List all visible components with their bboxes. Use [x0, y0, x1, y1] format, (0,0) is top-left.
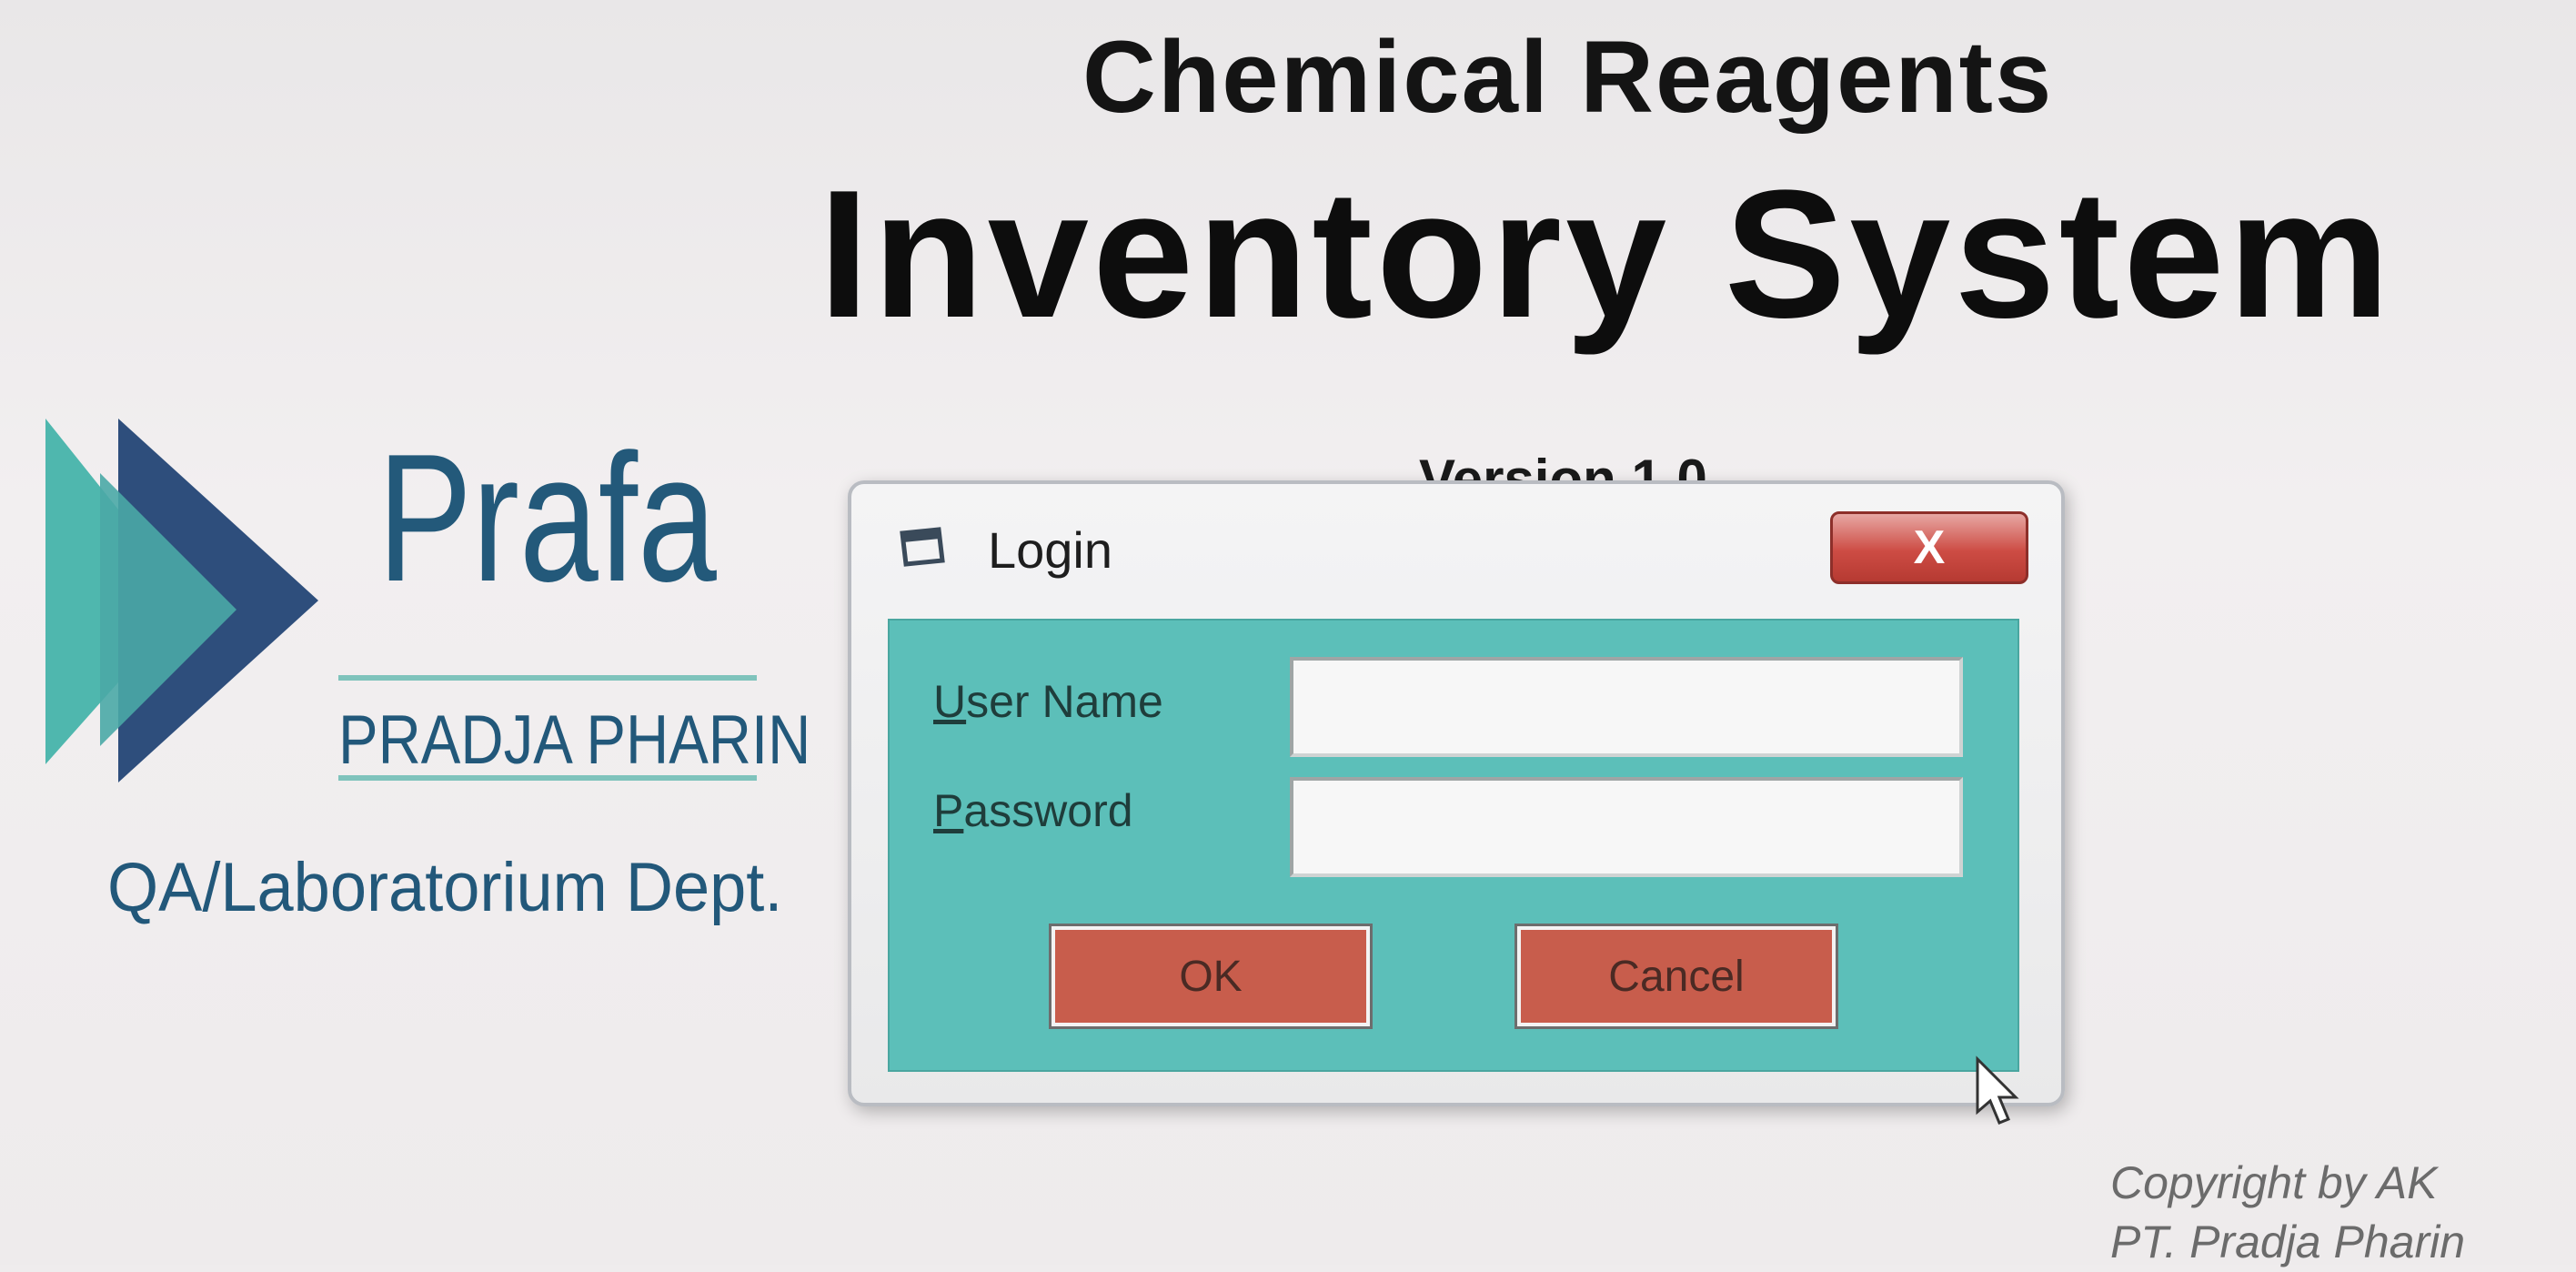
department-label: QA/Laboratorium Dept. — [107, 849, 783, 926]
password-input[interactable] — [1290, 777, 1963, 877]
splash-screen: Chemical Reagents Inventory System Versi… — [0, 0, 2576, 1267]
app-title-line1: Chemical Reagents — [1082, 20, 2054, 134]
copyright-text: Copyright by AK PT. Pradja Pharin — [2110, 1154, 2465, 1272]
copyright-line2: PT. Pradja Pharin — [2110, 1216, 2466, 1267]
ok-button[interactable]: OK — [1049, 924, 1373, 1029]
password-label-rest: assword — [963, 785, 1133, 836]
login-dialog: Login X User Name Password OK Cancel — [848, 480, 2065, 1106]
cancel-button[interactable]: Cancel — [1514, 924, 1838, 1029]
logo-name: Prafa — [377, 417, 717, 620]
mouse-cursor-icon — [1976, 1055, 2019, 1125]
close-button[interactable]: X — [1830, 511, 2028, 584]
triple-arrow-icon — [45, 419, 318, 782]
login-form: User Name Password OK Cancel — [888, 619, 2019, 1072]
logo-rule-bottom — [338, 775, 757, 781]
username-label: User Name — [933, 675, 1163, 728]
dialog-titlebar[interactable]: Login X — [851, 484, 2061, 602]
username-label-accel: U — [933, 676, 967, 727]
company-name: PRADJA PHARIN — [338, 702, 811, 779]
logo-rule-top — [338, 675, 757, 681]
copyright-line1: Copyright by AK — [2110, 1157, 2438, 1208]
username-input[interactable] — [1290, 657, 1963, 757]
dialog-title: Login — [988, 521, 1113, 579]
password-label-accel: P — [933, 785, 964, 836]
username-label-rest: ser Name — [966, 676, 1163, 727]
window-icon — [900, 527, 945, 567]
app-title-line2: Inventory System — [819, 153, 2394, 356]
password-label: Password — [933, 784, 1133, 837]
